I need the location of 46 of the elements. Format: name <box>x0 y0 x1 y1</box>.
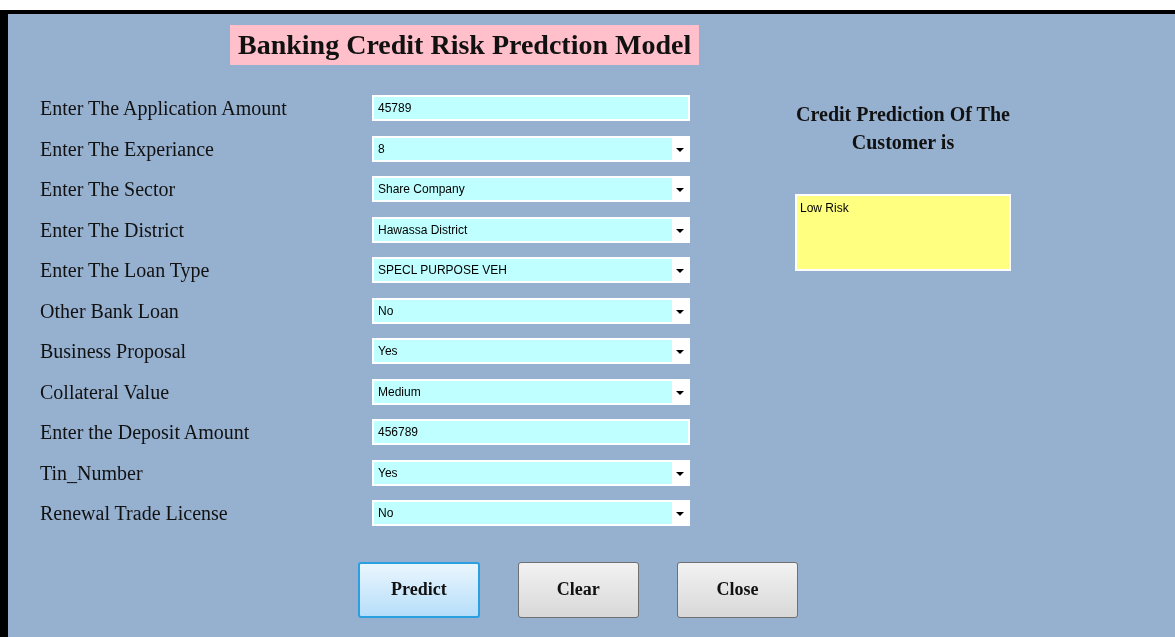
caret-icon <box>672 259 688 282</box>
dropdown-value: Yes <box>378 343 398 361</box>
caret-icon <box>672 380 688 403</box>
field-label: Enter the Deposit Amount <box>40 420 251 446</box>
caret-icon <box>672 461 688 484</box>
field-label: Collateral Value <box>40 379 171 405</box>
dropdown[interactable]: Medium <box>372 378 690 405</box>
caret-icon <box>672 218 688 241</box>
caret-icon <box>672 299 688 322</box>
caret-icon <box>672 178 688 201</box>
result-box: Low Risk <box>795 194 1011 271</box>
field-label: Other Bank Loan <box>40 298 180 324</box>
field-label: Tin_Number <box>40 460 144 486</box>
field-label: Renewal Trade License <box>40 501 229 527</box>
result-heading: Credit Prediction Of The Customer is <box>795 102 1011 155</box>
dropdown-value: No <box>378 505 394 523</box>
dropdown[interactable]: SPECL PURPOSE VEH <box>372 257 690 284</box>
dropdown[interactable]: Yes <box>372 459 690 486</box>
dropdown[interactable]: Yes <box>372 338 690 365</box>
field-label: Enter The Sector <box>40 177 177 203</box>
dropdown[interactable]: Share Company <box>372 176 690 203</box>
dropdown-value: Yes <box>378 464 398 482</box>
dropdown-value: Medium <box>378 383 421 401</box>
dropdown-value: 8 <box>378 140 385 158</box>
field-label: Business Proposal <box>40 339 188 365</box>
input-field[interactable]: 45789 <box>372 95 690 122</box>
field-label: Enter The Loan Type <box>40 258 211 284</box>
dropdown-value: No <box>378 302 394 320</box>
dropdown[interactable]: Hawassa District <box>372 216 690 243</box>
dropdown-value: SPECL PURPOSE VEH <box>378 262 507 280</box>
action-button[interactable]: Clear <box>517 561 639 618</box>
dropdown[interactable]: No <box>372 297 690 324</box>
action-button[interactable]: Close <box>676 561 798 618</box>
dropdown-value: Share Company <box>378 181 465 199</box>
input-field[interactable]: 456789 <box>372 419 690 446</box>
window-title: Banking Credit Risk Predction Model <box>230 25 700 65</box>
field-label: Enter The Application Amount <box>40 96 288 122</box>
caret-icon <box>672 137 688 160</box>
caret-icon <box>672 340 688 363</box>
dropdown[interactable]: 8 <box>372 135 690 162</box>
dropdown-value: Hawassa District <box>378 221 468 239</box>
dropdown[interactable]: No <box>372 500 690 527</box>
caret-icon <box>672 502 688 525</box>
action-button[interactable]: Predict <box>358 561 480 618</box>
field-label: Enter The District <box>40 217 186 243</box>
field-label: Enter The Experiance <box>40 136 215 163</box>
